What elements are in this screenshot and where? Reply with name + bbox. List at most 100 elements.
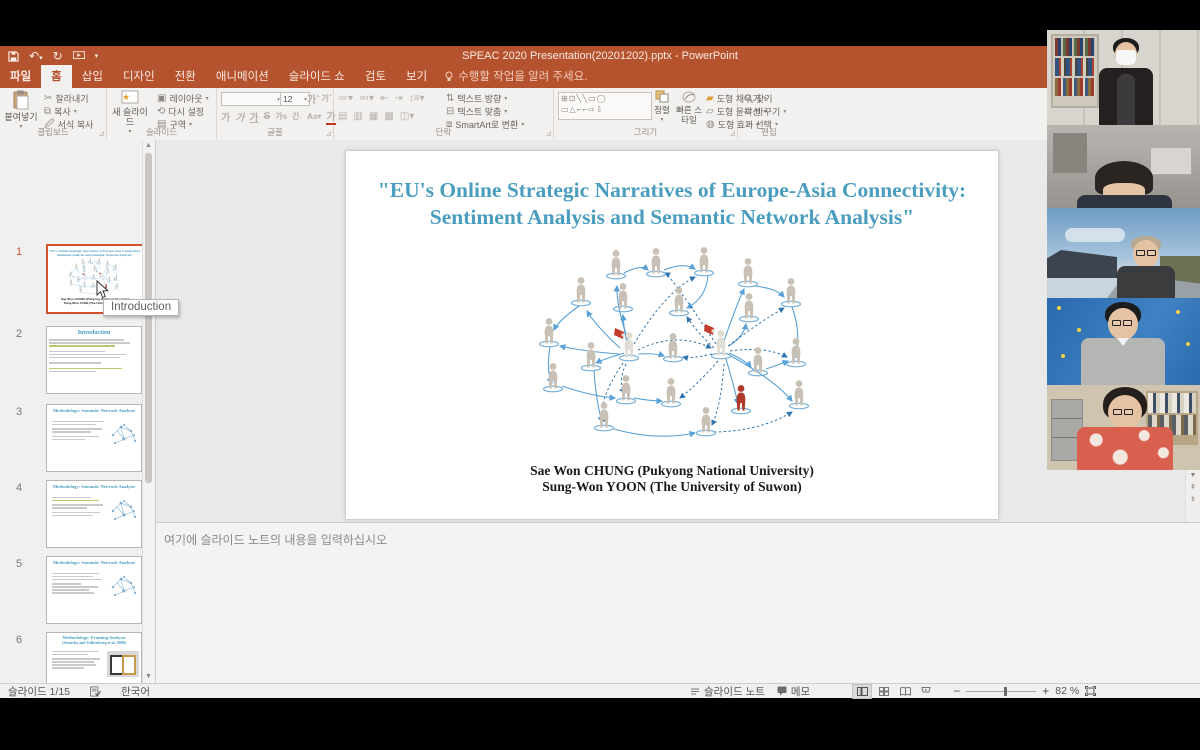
fit-to-window-icon[interactable] — [1085, 686, 1096, 696]
tell-me-box[interactable]: 수행할 작업을 알려 주세요. — [437, 65, 595, 88]
font-grow-shrink[interactable]: 가ˆ가ˇ — [307, 92, 332, 105]
font-name-input[interactable]: ▾ — [221, 92, 283, 106]
tab-animations[interactable]: 애니메이션 — [206, 65, 279, 88]
scroll-down-icon[interactable]: ▼ — [143, 671, 154, 683]
network-diagram-image[interactable] — [496, 246, 866, 461]
normal-view-icon — [857, 687, 868, 696]
participant-video-1[interactable] — [1047, 30, 1200, 125]
tab-design[interactable]: 디자인 — [113, 65, 165, 88]
quick-styles-button[interactable]: 빠른 스타일 — [674, 90, 704, 125]
spell-check-icon[interactable] — [90, 686, 101, 697]
font-group-label: 글꼴 — [217, 126, 333, 138]
thumbnail-canvas[interactable]: Methodology: Semantic Network Analysis — [46, 480, 142, 548]
char-spacing-button[interactable]: 간˖ — [292, 111, 302, 122]
bullets-icon[interactable]: ≔▾ — [338, 94, 353, 104]
find-button[interactable]: 찾기 — [744, 92, 773, 105]
font-dialog-launcher[interactable]: ◿ — [326, 130, 331, 137]
thumbnail-canvas[interactable]: Methodology: Semantic Network Analysis — [46, 556, 142, 624]
cut-button[interactable]: ✂잘라내기 — [44, 92, 89, 105]
previous-slide-button[interactable]: ⇞ — [1186, 482, 1200, 494]
tab-insert[interactable]: 삽입 — [72, 65, 113, 88]
thumbnail-canvas[interactable]: Methodology: Semantic Network Analysis — [46, 404, 142, 472]
participant-video-3[interactable] — [1047, 208, 1200, 298]
paragraph-dialog-launcher[interactable]: ◿ — [546, 130, 551, 137]
tab-file[interactable]: 파일 — [0, 65, 41, 88]
copy-button[interactable]: ⧉복사▾ — [44, 105, 77, 118]
align-text-button[interactable]: ⊟텍스트 맞춤▾ — [446, 105, 507, 118]
tab-view[interactable]: 보기 — [396, 65, 437, 88]
shape-gallery[interactable]: ⊞⊡╲╲▭◯▭△⌐⌐⇨⇩ — [558, 92, 652, 120]
mini-network-blob — [109, 573, 139, 601]
zoom-slider-thumb[interactable] — [1004, 687, 1007, 696]
layout-button[interactable]: ▣레이아웃▾ — [157, 92, 209, 105]
drawing-dialog-launcher[interactable]: ◿ — [730, 130, 735, 137]
replace-icon: ⇄ — [744, 107, 752, 117]
thumbnail-scrollbar[interactable]: ▲ ▼ — [142, 140, 154, 683]
zoom-out-button[interactable]: − — [953, 684, 960, 698]
line-spacing-icon[interactable]: ↕≡▾ — [409, 94, 425, 104]
clipboard-dialog-launcher[interactable]: ◿ — [99, 130, 104, 137]
text-shadow-button[interactable]: 가s — [275, 111, 287, 122]
change-case-button[interactable]: Aa▾ — [307, 112, 321, 121]
zoom-slider[interactable] — [966, 691, 1036, 692]
notes-placeholder[interactable]: 여기에 슬라이드 노트의 내용을 입력하십시오 — [164, 531, 387, 548]
tab-review[interactable]: 검토 — [355, 65, 396, 88]
increase-indent-icon[interactable]: ⇥ — [394, 94, 402, 104]
office-shelf — [1053, 133, 1087, 173]
screen: { "window": { "title": "SPEAC 2020 Prese… — [0, 0, 1200, 750]
mini-title: Introduction — [47, 330, 141, 336]
reading-view-button[interactable] — [896, 685, 914, 698]
notes-pane[interactable]: 여기에 슬라이드 노트의 내용을 입력하십시오 — [156, 522, 1200, 684]
align-text-icon: ⊟ — [446, 107, 454, 117]
align-left-icon[interactable]: ▤ — [338, 112, 347, 122]
thumbnail-canvas[interactable]: Methodology: Framing Analysis (Semetko a… — [46, 632, 142, 683]
text-direction-button[interactable]: ⇅텍스트 방향▾ — [446, 92, 507, 105]
align-center-icon[interactable]: ▥ — [353, 112, 362, 122]
thumbnail-canvas[interactable]: Introduction — [46, 326, 142, 394]
cut-label: 잘라내기 — [55, 92, 88, 105]
zoom-in-button[interactable]: + — [1042, 684, 1049, 698]
decrease-indent-icon[interactable]: ⇤ — [380, 94, 388, 104]
bold-button[interactable]: 가 — [221, 109, 230, 124]
memo-button[interactable]: 메모 — [777, 684, 810, 699]
slide-sorter-view-button[interactable] — [875, 685, 893, 698]
scroll-up-icon[interactable]: ▲ — [143, 140, 154, 152]
participant-video-5[interactable] — [1047, 385, 1200, 470]
replace-button[interactable]: ⇄바꾸기▾ — [744, 105, 786, 118]
participant-video-2[interactable] — [1047, 125, 1200, 208]
slideshow-view-button[interactable] — [917, 685, 935, 698]
font-size-input[interactable]: 12▾ — [280, 92, 310, 106]
arrange-button[interactable]: 정렬 ▾ — [650, 90, 674, 125]
numbering-icon[interactable]: ≕▾ — [359, 94, 374, 104]
font-style-row: 가 가 가 S 가s 간˖ Aa▾ 가 — [221, 110, 336, 123]
notes-toggle-button[interactable]: 슬라이드 노트 — [690, 684, 765, 699]
slide-editing-area[interactable]: "EU's Online Strategic Narratives of Eur… — [156, 140, 1200, 522]
tab-slideshow[interactable]: 슬라이드 쇼 — [279, 65, 355, 88]
current-slide[interactable]: "EU's Online Strategic Narratives of Eur… — [345, 150, 999, 520]
group-editing: 찾기 ⇄바꾸기▾ ➢선택▾ 편집 — [738, 88, 800, 139]
scroll-down-arrow-icon[interactable]: ▼ — [1186, 470, 1200, 482]
slide-area-scrollbar[interactable]: ▼ ⇞ ⇟ — [1185, 470, 1200, 522]
columns-icon[interactable]: ◫▾ — [400, 112, 414, 122]
normal-view-button[interactable] — [852, 684, 872, 699]
italic-button[interactable]: 가 — [235, 109, 244, 124]
tab-transitions[interactable]: 전환 — [165, 65, 206, 88]
reset-button[interactable]: ⟲다시 설정 — [157, 105, 204, 118]
next-slide-button[interactable]: ⇟ — [1186, 494, 1200, 506]
mini-title: Methodology: Semantic Network Analysis — [47, 408, 141, 413]
align-right-icon[interactable]: ▦ — [369, 112, 378, 122]
clipboard-group-label: 클립보드 — [0, 126, 106, 138]
participant-video-4[interactable] — [1047, 298, 1200, 385]
slide-title[interactable]: "EU's Online Strategic Narratives of Eur… — [376, 177, 968, 231]
justify-icon[interactable]: ▩ — [384, 112, 393, 122]
paragraph-group-label: 단락 — [334, 126, 553, 138]
strikethrough-button[interactable]: S — [264, 111, 271, 122]
tab-home[interactable]: 홈 — [41, 65, 72, 88]
status-bar: 슬라이드 1/15 한국어 슬라이드 노트 메모 − + — [0, 683, 1200, 698]
slide-authors[interactable]: Sae Won CHUNG (Pukyong National Universi… — [346, 463, 998, 495]
grow-font-icon: 가ˆ — [307, 91, 320, 106]
scrollbar-thumb[interactable] — [145, 153, 152, 483]
underline-button[interactable]: 가 — [249, 109, 258, 124]
language-indicator[interactable]: 한국어 — [121, 684, 150, 699]
zoom-percentage[interactable]: 82 % — [1055, 685, 1079, 697]
